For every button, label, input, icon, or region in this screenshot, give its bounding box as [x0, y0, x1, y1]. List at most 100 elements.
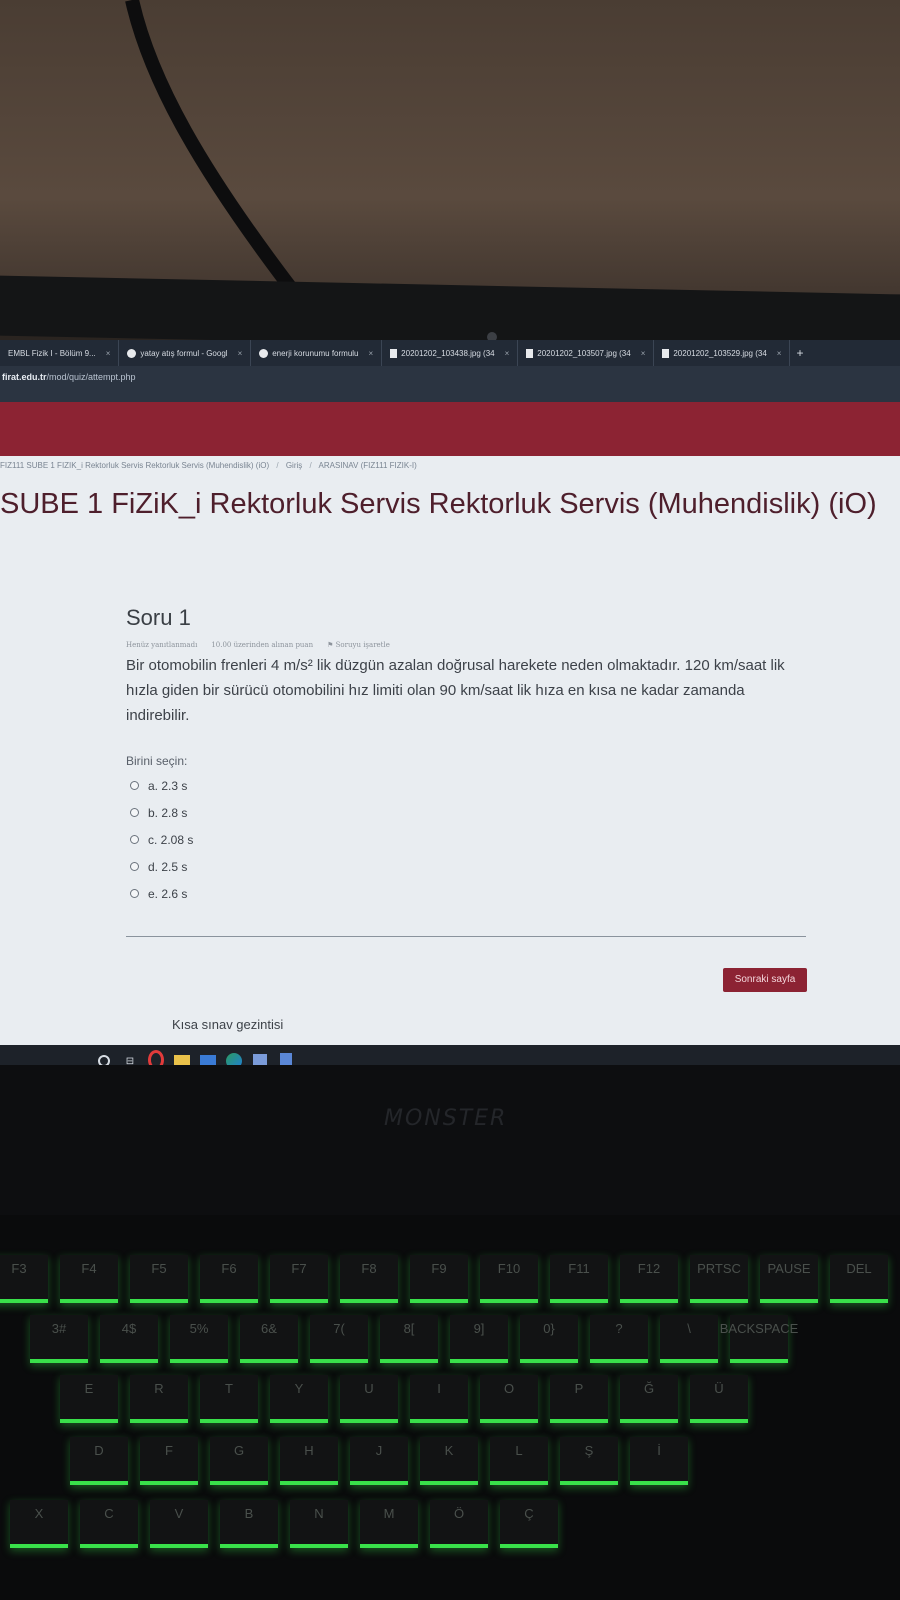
- keyboard-key: Y: [270, 1375, 328, 1423]
- keyboard-key: 0}: [520, 1315, 578, 1363]
- answer-option-label[interactable]: d. 2.5 s: [148, 860, 187, 874]
- keyboard-key: K: [420, 1437, 478, 1485]
- laptop-bezel-bottom: [0, 1065, 900, 1215]
- toolbar-strip: [0, 388, 900, 402]
- breadcrumb-item-section[interactable]: Giriş: [286, 461, 302, 470]
- keyboard-key: M: [360, 1500, 418, 1548]
- keyboard-key: \: [660, 1315, 718, 1363]
- tab-label: 20201202_103438.jpg (34: [401, 348, 495, 358]
- url-domain: firat.edu.tr: [2, 372, 47, 382]
- keyboard-key: 5%: [170, 1315, 228, 1363]
- browser-tab[interactable]: 20201202_103529.jpg (34 ×: [654, 340, 791, 366]
- keyboard-key: 6&: [240, 1315, 298, 1363]
- radio-button[interactable]: [130, 862, 139, 871]
- keyboard-key: PAUSE: [760, 1255, 818, 1303]
- next-page-button[interactable]: Sonraki sayfa: [723, 968, 807, 992]
- browser-tab[interactable]: yatay atış formul - Googl ×: [119, 340, 252, 366]
- flag-question-link[interactable]: ⚑ Soruyu işaretle: [327, 641, 390, 649]
- keyboard-key: F7: [270, 1255, 328, 1303]
- file-icon: [526, 348, 534, 358]
- answer-option[interactable]: c. 2.08 s: [130, 826, 810, 853]
- breadcrumb-separator: /: [309, 461, 312, 470]
- answer-option-label[interactable]: a. 2.3 s: [148, 779, 187, 793]
- keyboard-row: ERTYUIOPĞÜ: [60, 1375, 748, 1423]
- browser-tab[interactable]: enerji korunumu formulu ×: [251, 340, 383, 366]
- keyboard-key: T: [200, 1375, 258, 1423]
- answer-option-label[interactable]: e. 2.6 s: [148, 887, 187, 901]
- laptop-screen: EMBL Fizik I - Bölüm 9... × yatay atış f…: [0, 340, 900, 1095]
- keyboard-key: 3#: [30, 1315, 88, 1363]
- answer-option[interactable]: b. 2.8 s: [130, 799, 810, 826]
- question-meta: Henüz yanıtlanmadı 10.00 üzerinden alına…: [126, 641, 810, 649]
- keyboard-key: Ç: [500, 1500, 558, 1548]
- answer-option-label[interactable]: c. 2.08 s: [148, 833, 193, 847]
- keyboard-key: R: [130, 1375, 188, 1423]
- keyboard-key: İ: [630, 1437, 688, 1485]
- keyboard-key: 7(: [310, 1315, 368, 1363]
- keyboard-key: D: [70, 1437, 128, 1485]
- answer-option[interactable]: a. 2.3 s: [130, 772, 810, 799]
- keyboard-key: DEL: [830, 1255, 888, 1303]
- keyboard-key: 8[: [380, 1315, 438, 1363]
- page-title: SUBE 1 FiZiK_i Rektorluk Servis Rektorlu…: [0, 488, 877, 520]
- browser-tab[interactable]: 20201202_103438.jpg (34 ×: [382, 340, 519, 366]
- keyboard-key: 4$: [100, 1315, 158, 1363]
- close-icon[interactable]: ×: [106, 349, 111, 358]
- keyboard-key: J: [350, 1437, 408, 1485]
- breadcrumb-item-quiz[interactable]: ARASINAV (FIZ111 FIZIK-I): [319, 461, 417, 470]
- keyboard-key: ?: [590, 1315, 648, 1363]
- keyboard-key: X: [10, 1500, 68, 1548]
- question-text: Bir otomobilin frenleri 4 m/s² lik düzgü…: [126, 657, 785, 724]
- keyboard: F3 F4 F5 F6 F7 F8 F9 F10 F11 F12 PRTSC PAUSE DEL 3# 4$…: [0, 1215, 900, 1600]
- tab-label: 20201202_103507.jpg (34: [537, 348, 631, 358]
- radio-button[interactable]: [130, 781, 139, 790]
- address-bar[interactable]: firat.edu.tr/mod/quiz/attempt.php: [0, 366, 900, 388]
- keyboard-key: Ü: [690, 1375, 748, 1423]
- keyboard-key: L: [490, 1437, 548, 1485]
- close-icon[interactable]: ×: [369, 349, 374, 358]
- browser-tab-bar: EMBL Fizik I - Bölüm 9... × yatay atış f…: [0, 340, 900, 366]
- tab-label: enerji korunumu formulu: [272, 348, 359, 358]
- keyboard-key: V: [150, 1500, 208, 1548]
- keyboard-key: G: [210, 1437, 268, 1485]
- answer-option[interactable]: e. 2.6 s: [130, 880, 810, 907]
- keyboard-key: F12: [620, 1255, 678, 1303]
- radio-button[interactable]: [130, 835, 139, 844]
- keyboard-key: P: [550, 1375, 608, 1423]
- keyboard-key: PRTSC: [690, 1255, 748, 1303]
- close-icon[interactable]: ×: [641, 349, 646, 358]
- keyboard-key: Ö: [430, 1500, 488, 1548]
- radio-button[interactable]: [130, 808, 139, 817]
- keyboard-key: F8: [340, 1255, 398, 1303]
- site-header-banner: [0, 402, 900, 456]
- new-tab-button[interactable]: +: [790, 346, 809, 360]
- tab-label: EMBL Fizik I - Bölüm 9...: [8, 348, 96, 358]
- breadcrumb-separator: /: [276, 461, 279, 470]
- close-icon[interactable]: ×: [238, 349, 243, 358]
- breadcrumb: FIZ111 SUBE 1 FIZIK_i Rektorluk Servis R…: [0, 456, 900, 476]
- browser-tab[interactable]: 20201202_103507.jpg (34 ×: [518, 340, 655, 366]
- keyboard-key: B: [220, 1500, 278, 1548]
- url-path: /mod/quiz/attempt.php: [46, 372, 136, 382]
- close-icon[interactable]: ×: [505, 349, 510, 358]
- tab-label: 20201202_103529.jpg (34: [673, 348, 767, 358]
- quiz-navigation-link[interactable]: Kısa sınav gezintisi: [172, 1017, 283, 1032]
- answer-option[interactable]: d. 2.5 s: [130, 853, 810, 880]
- answer-option-label[interactable]: b. 2.8 s: [148, 806, 187, 820]
- question-title: Soru 1: [126, 605, 191, 630]
- close-icon[interactable]: ×: [777, 349, 782, 358]
- file-icon: [390, 348, 398, 358]
- keyboard-key: O: [480, 1375, 538, 1423]
- radio-button[interactable]: [130, 889, 139, 898]
- keyboard-key: C: [80, 1500, 138, 1548]
- keyboard-key: E: [60, 1375, 118, 1423]
- flag-icon: ⚑: [327, 641, 336, 649]
- keyboard-key: Ğ: [620, 1375, 678, 1423]
- keyboard-row: 3# 4$ 5% 6& 7(8[9] 0}? \ BACKSPACE: [30, 1315, 798, 1363]
- breadcrumb-item-course[interactable]: FIZ111 SUBE 1 FIZIK_i Rektorluk Servis R…: [0, 461, 269, 470]
- keyboard-key: F5: [130, 1255, 188, 1303]
- keyboard-key: F6: [200, 1255, 258, 1303]
- keyboard-key: 9]: [450, 1315, 508, 1363]
- browser-tab[interactable]: EMBL Fizik I - Bölüm 9... ×: [0, 340, 120, 366]
- keyboard-key: I: [410, 1375, 468, 1423]
